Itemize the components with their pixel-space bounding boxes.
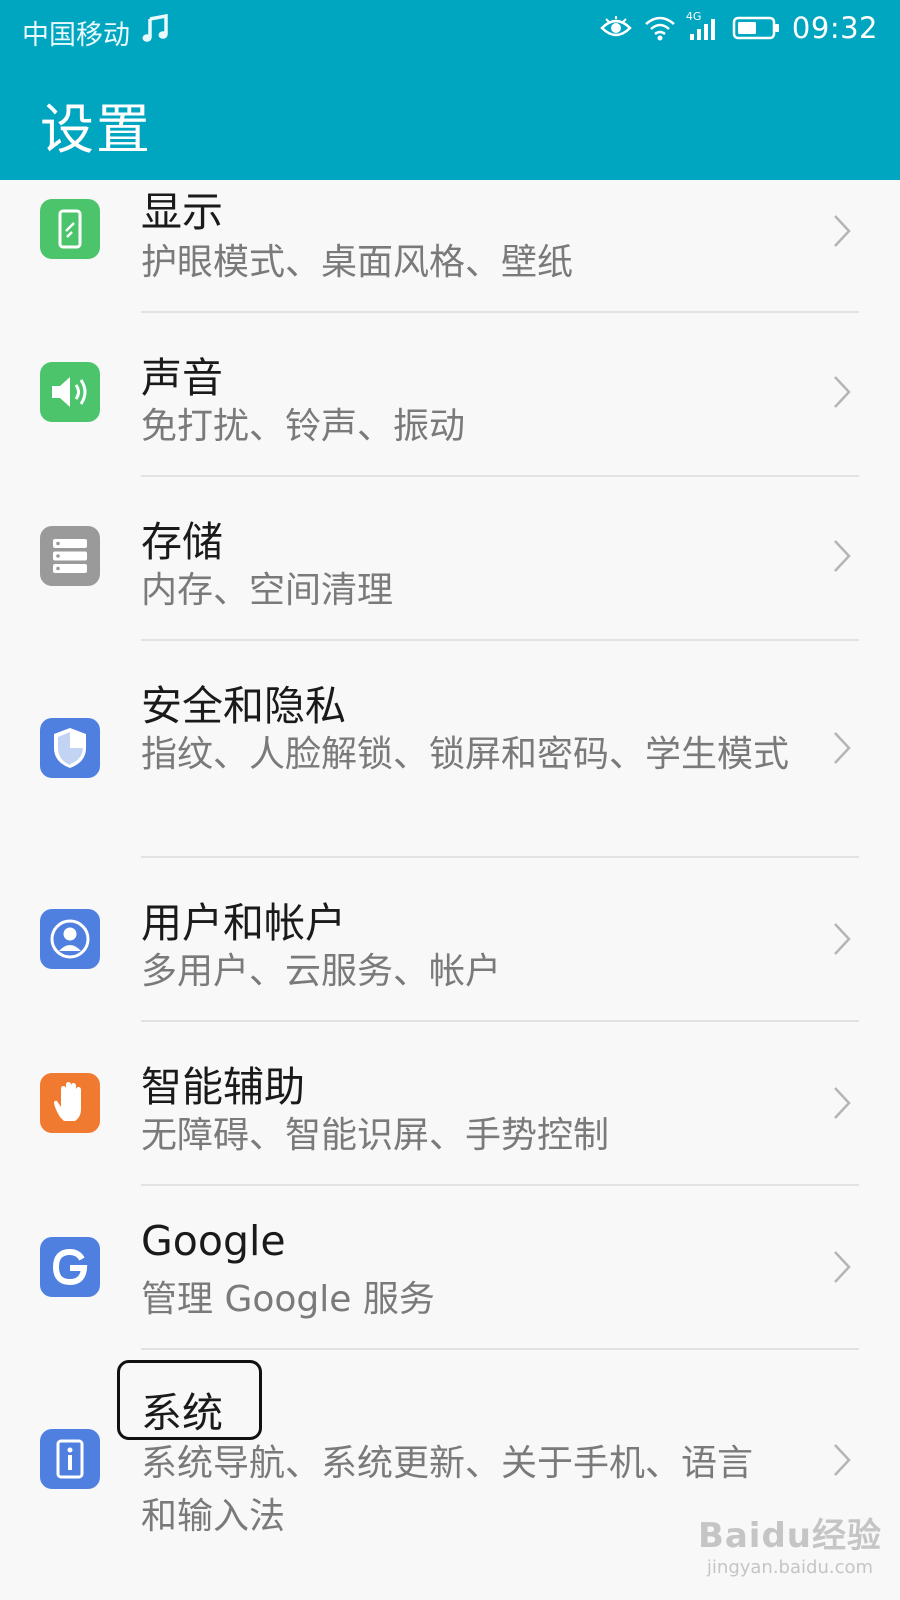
storage-icon xyxy=(40,526,100,586)
item-subtitle: 系统导航、系统更新、关于手机、语言和输入法 xyxy=(141,1443,754,1537)
chevron-right-icon xyxy=(832,922,852,960)
title-bar: 设置 xyxy=(0,62,900,180)
settings-item-display[interactable]: 显示 护眼模式、桌面风格、壁纸 xyxy=(0,180,900,313)
display-icon xyxy=(40,199,100,259)
watermark-logo: Baidu经验 xyxy=(697,1516,882,1556)
chevron-right-icon xyxy=(832,375,852,413)
chevron-right-icon xyxy=(832,1086,852,1124)
item-title: Google xyxy=(141,1217,286,1265)
watermark-url: jingyan.baidu.com xyxy=(706,1557,874,1578)
chevron-right-icon xyxy=(832,214,852,252)
item-subtitle: 免打扰、铃声、振动 xyxy=(141,406,466,447)
music-icon xyxy=(142,13,168,51)
status-bar: 中国移动 4G 09:32 xyxy=(0,0,900,62)
google-icon xyxy=(40,1237,100,1297)
item-title: 安全和隐私 xyxy=(141,682,346,730)
speaker-icon xyxy=(40,362,100,422)
hand-icon xyxy=(40,1073,100,1133)
clock: 09:32 xyxy=(791,11,878,45)
item-subtitle: 护眼模式、桌面风格、壁纸 xyxy=(141,242,574,283)
wifi-icon xyxy=(644,15,676,41)
chevron-right-icon xyxy=(832,1250,852,1288)
eye-comfort-icon xyxy=(600,16,632,40)
item-title: 显示 xyxy=(141,188,223,236)
item-title: 智能辅助 xyxy=(141,1063,305,1111)
item-subtitle: 指纹、人脸解锁、锁屏和密码、学生模式 xyxy=(141,734,790,775)
shield-icon xyxy=(40,718,100,778)
item-subtitle: 无障碍、智能识屏、手势控制 xyxy=(141,1115,610,1156)
chevron-right-icon xyxy=(832,1443,852,1481)
item-title: 存储 xyxy=(141,518,223,566)
carrier-name: 中国移动 xyxy=(22,20,130,51)
battery-icon xyxy=(732,15,780,41)
chevron-right-icon xyxy=(832,731,852,769)
settings-item-storage[interactable]: 存储 内存、空间清理 xyxy=(0,477,900,641)
item-title: 系统 xyxy=(141,1389,223,1437)
network-type: 4G xyxy=(685,10,702,23)
item-subtitle: 管理 Google 服务 xyxy=(141,1279,435,1320)
status-icons: 4G 09:32 xyxy=(600,10,878,45)
signal-icon: 4G xyxy=(686,10,720,42)
user-icon xyxy=(40,909,100,969)
page-title: 设置 xyxy=(40,98,152,161)
chevron-right-icon xyxy=(832,539,852,577)
item-subtitle: 多用户、云服务、帐户 xyxy=(141,951,502,992)
settings-item-google[interactable]: Google 管理 Google 服务 xyxy=(0,1186,900,1350)
item-subtitle: 内存、空间清理 xyxy=(141,570,394,611)
carrier-info: 中国移动 xyxy=(22,13,168,52)
settings-item-sound[interactable]: 声音 免打扰、铃声、振动 xyxy=(0,313,900,477)
settings-item-smart-assist[interactable]: 智能辅助 无障碍、智能识屏、手势控制 xyxy=(0,1022,900,1186)
settings-item-accounts[interactable]: 用户和帐户 多用户、云服务、帐户 xyxy=(0,858,900,1022)
item-title: 用户和帐户 xyxy=(141,899,346,947)
item-title: 声音 xyxy=(141,354,223,402)
baidu-watermark: Baidu经验 jingyan.baidu.com xyxy=(698,1508,882,1578)
system-icon xyxy=(40,1429,100,1489)
settings-item-security[interactable]: 安全和隐私 指纹、人脸解锁、锁屏和密码、学生模式 xyxy=(0,641,900,858)
